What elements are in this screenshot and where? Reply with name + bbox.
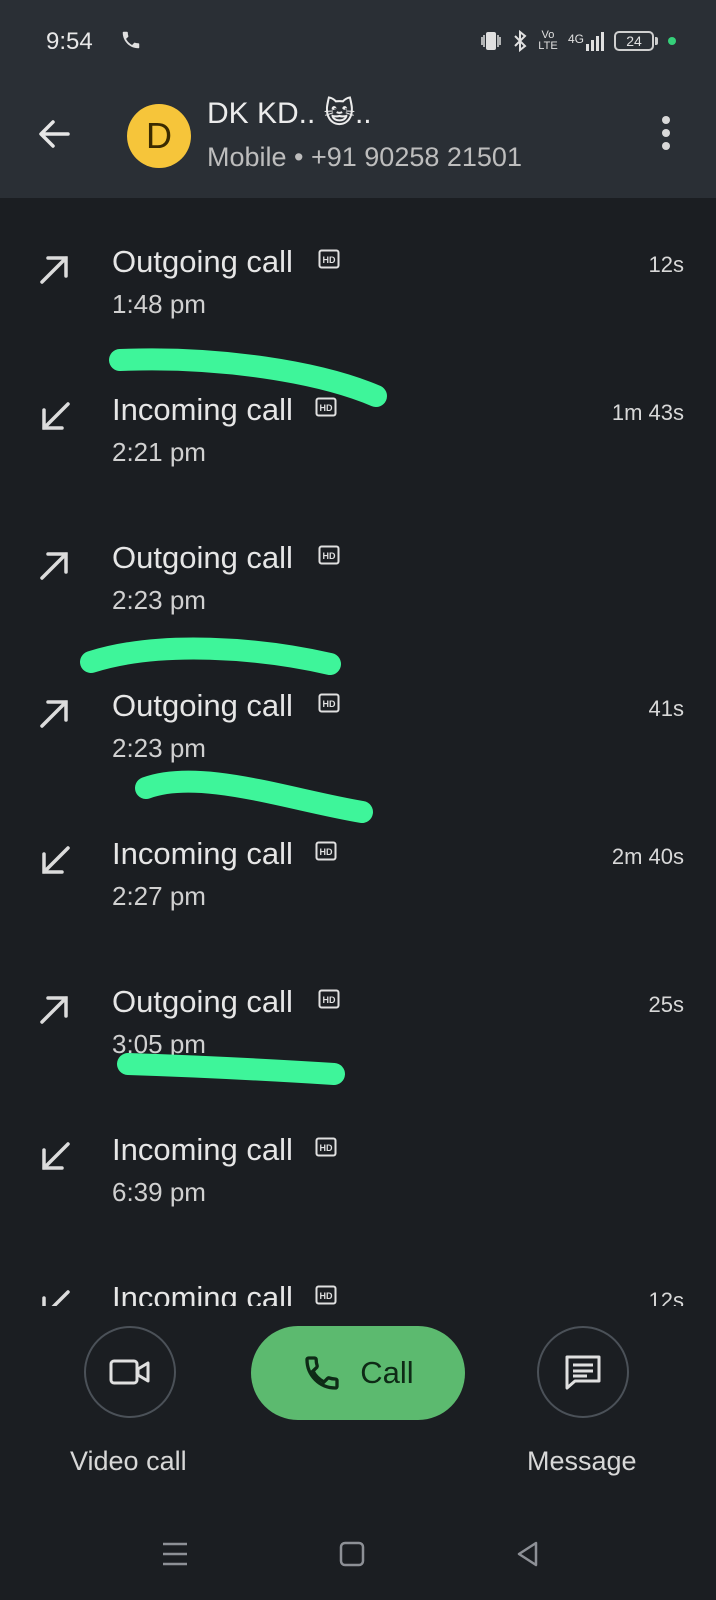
system-navigation-bar [0, 1506, 716, 1600]
signal-icon: 4G [567, 31, 604, 51]
phone-icon [305, 1356, 339, 1390]
message-label: Message [527, 1446, 637, 1476]
call-type: Incoming call [112, 392, 293, 427]
video-call-label: Video call [70, 1446, 187, 1476]
battery-icon: 24 [614, 31, 658, 51]
volte-indicator: Vo LTE [538, 29, 558, 52]
hd-icon: HD [315, 1137, 337, 1157]
arrow-up-right-icon [40, 996, 68, 1024]
call-type: Incoming call [112, 1132, 293, 1167]
call-time: 2:23 pm [112, 585, 206, 615]
call-time: 2:23 pm [112, 733, 206, 763]
call-time: 2:27 pm [112, 881, 206, 911]
call-button-label: Call [360, 1355, 414, 1390]
arrow-down-left-icon [42, 1142, 70, 1170]
arrow-down-left-icon [42, 846, 70, 874]
call-log-row[interactable]: Outgoing call HD 1:48 pm 12s [0, 226, 716, 336]
arrow-down-left-icon [42, 402, 70, 430]
message-icon [565, 1355, 601, 1390]
call-type: Incoming call [112, 1280, 293, 1306]
videocam-icon [109, 1359, 150, 1385]
privacy-dot [668, 37, 676, 45]
call-duration: 41s [648, 696, 684, 721]
status-bar: 9:54 Vo LTE 4G 24 [0, 0, 716, 80]
hd-icon: HD [315, 397, 337, 417]
call-duration: 12s [648, 1288, 684, 1306]
call-button[interactable]: Call [251, 1326, 465, 1420]
call-log-row[interactable]: Incoming call HD 2:27 pm 2m 40s [0, 818, 716, 928]
message-button[interactable] [537, 1326, 629, 1418]
call-log-row[interactable]: Incoming call HD 6:39 pm [0, 1114, 716, 1224]
svg-text:HD: HD [320, 403, 333, 413]
hd-icon: HD [318, 989, 340, 1009]
svg-text:HD: HD [320, 1291, 333, 1301]
network-type: 4G [567, 31, 584, 46]
arrow-up-right-icon [40, 256, 68, 284]
svg-text:HD: HD [323, 699, 336, 709]
call-log-row[interactable]: Outgoing call HD 2:23 pm 41s [0, 670, 716, 780]
call-duration: 25s [648, 992, 684, 1017]
status-time: 9:54 [46, 28, 93, 55]
status-icons: Vo LTE 4G 24 [480, 28, 676, 54]
call-type: Outgoing call [112, 244, 293, 279]
ongoing-call-icon [122, 31, 140, 49]
arrow-up-right-icon [40, 700, 68, 728]
svg-text:HD: HD [323, 551, 336, 561]
more-vert-icon [662, 116, 670, 124]
app-header: 9:54 Vo LTE 4G 24 D DK KD.. 😺.. Mobile •… [0, 0, 716, 198]
call-type: Incoming call [112, 836, 293, 871]
call-time: 6:39 pm [112, 1177, 206, 1207]
call-type: Outgoing call [112, 540, 293, 575]
call-time: 1:48 pm [112, 289, 206, 319]
call-log-row[interactable]: Incoming call HD 12s [0, 1262, 716, 1306]
hd-icon: HD [318, 249, 340, 269]
hd-icon: HD [315, 841, 337, 861]
call-type: Outgoing call [112, 984, 293, 1019]
call-type: Outgoing call [112, 688, 293, 723]
call-time: 2:21 pm [112, 437, 206, 467]
battery-level: 24 [614, 31, 654, 51]
call-duration: 1m 43s [611, 400, 684, 425]
more-options-button[interactable] [658, 116, 674, 156]
call-log-row[interactable]: Outgoing call HD 2:23 pm [0, 522, 716, 632]
contact-phone-number: Mobile • +91 90258 21501 [207, 142, 522, 172]
call-duration: 2m 40s [611, 844, 684, 869]
arrow-down-left-icon [42, 1290, 70, 1306]
hd-icon: HD [318, 545, 340, 565]
recents-nav-icon[interactable] [157, 1536, 193, 1572]
arrow-up-right-icon [40, 552, 68, 580]
contact-actions: Call Video call Message [0, 1306, 716, 1506]
call-time: 3:05 pm [112, 1029, 206, 1059]
call-log-row[interactable]: Incoming call HD 2:21 pm 1m 43s [0, 374, 716, 484]
back-button[interactable] [34, 114, 74, 154]
call-history-list[interactable]: Outgoing call HD 1:48 pm 12s Incoming call HD… [0, 198, 716, 1306]
back-nav-icon[interactable] [510, 1536, 546, 1572]
home-nav-icon[interactable] [334, 1536, 370, 1572]
hd-icon: HD [315, 1285, 337, 1305]
hd-icon: HD [318, 693, 340, 713]
svg-text:HD: HD [320, 1143, 333, 1153]
call-duration: 12s [648, 252, 684, 277]
contact-name: DK KD.. 😺.. [207, 97, 372, 130]
video-call-button[interactable] [84, 1326, 176, 1418]
svg-text:HD: HD [323, 255, 336, 265]
call-log-row[interactable]: Outgoing call HD 3:05 pm 25s [0, 966, 716, 1076]
svg-text:HD: HD [320, 847, 333, 857]
bluetooth-icon [514, 29, 527, 53]
avatar[interactable]: D [127, 104, 191, 168]
vibrate-icon [481, 32, 501, 50]
svg-text:HD: HD [323, 995, 336, 1005]
